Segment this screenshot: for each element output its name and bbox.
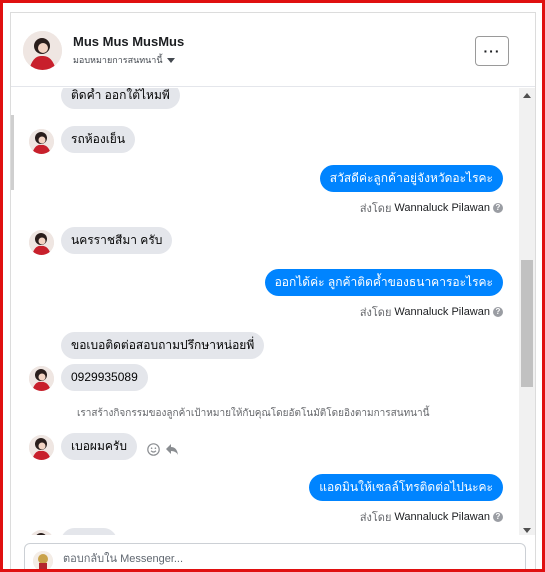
reply-icon[interactable] <box>165 443 179 456</box>
contact-avatar-small <box>29 129 54 154</box>
sent-by-prefix: ส่งโดย <box>359 203 392 215</box>
assign-conversation-dropdown[interactable]: มอบหมายการสนทนานี้ <box>73 53 175 67</box>
sent-by-line: ส่งโดย Wannaluck Pilawan ? <box>360 199 503 217</box>
more-options-button[interactable]: ··· <box>475 36 509 66</box>
conversation-header: Mus Mus MusMus มอบหมายการสนทนานี้ ··· <box>11 13 535 87</box>
message-outgoing[interactable]: แอดมินให้เซลล์โทรติดต่อไปนะคะ <box>309 474 503 501</box>
sent-by-line: ส่งโดย Wannaluck Pilawan ? <box>360 508 503 526</box>
message-outgoing[interactable]: ออกได้ค่ะ ลูกค้าติดค้ำของธนาคารอะไรคะ <box>264 269 503 296</box>
emoji-icon[interactable] <box>147 443 160 456</box>
message-incoming[interactable]: เบอผมครับ <box>61 433 137 460</box>
scroll-up-icon[interactable] <box>523 93 531 98</box>
contact-avatar-small <box>29 230 54 255</box>
contact-name[interactable]: Mus Mus MusMus <box>73 34 184 49</box>
message-thread[interactable]: ติดค้ำ ออกใต้ไหมพี่ รถห้องเย็น สวัสดีค่ะ… <box>11 88 521 535</box>
thread-scrollbar[interactable] <box>519 88 535 535</box>
message-incoming[interactable]: ขอเบอติดต่อสอบถามปรึกษาหน่อยพี่ <box>61 332 265 359</box>
message-incoming-partial[interactable] <box>61 528 117 535</box>
sent-by-agent: Wannaluck Pilawan <box>394 202 490 214</box>
reply-input[interactable] <box>63 548 503 569</box>
thread-edge-marker <box>11 115 14 190</box>
message-outgoing[interactable]: สวัสดีค่ะลูกค้าอยู่จังหวัดอะไรคะ <box>319 165 503 192</box>
sent-by-agent: Wannaluck Pilawan <box>394 511 490 523</box>
contact-avatar[interactable] <box>23 31 62 70</box>
help-icon[interactable]: ? <box>493 307 503 317</box>
help-icon[interactable]: ? <box>493 512 503 522</box>
auto-activity-notice: เราสร้างกิจกรรมของลูกค้าเป้าหมายให้กับคุ… <box>77 408 430 419</box>
sent-by-prefix: ส่งโดย <box>359 307 392 319</box>
sent-by-prefix: ส่งโดย <box>359 512 392 524</box>
avatar-photo-icon <box>23 31 62 70</box>
message-incoming[interactable]: 0929935089 <box>61 364 148 391</box>
sent-by-line: ส่งโดย Wannaluck Pilawan ? <box>360 303 503 321</box>
message-incoming[interactable]: ติดค้ำ ออกใต้ไหมพี่ <box>61 88 180 109</box>
page-logo-icon <box>33 551 53 569</box>
more-options-icon: ··· <box>483 43 501 59</box>
message-incoming[interactable]: รถห้องเย็น <box>61 126 136 153</box>
contact-avatar-small <box>29 435 54 460</box>
contact-avatar-small <box>29 366 54 391</box>
window-frame: Mus Mus MusMus มอบหมายการสนทนานี้ ··· ติ… <box>0 0 545 572</box>
reply-composer <box>24 543 526 569</box>
assign-conversation-label: มอบหมายการสนทนานี้ <box>73 55 163 65</box>
page-avatar <box>33 551 53 569</box>
scroll-down-icon[interactable] <box>523 528 531 533</box>
scroll-thumb[interactable] <box>521 260 533 387</box>
contact-avatar-small <box>29 530 54 535</box>
sent-by-agent: Wannaluck Pilawan <box>394 306 490 318</box>
message-incoming[interactable]: นครราชสีมา ครับ <box>61 227 173 254</box>
conversation-panel: Mus Mus MusMus มอบหมายการสนทนานี้ ··· ติ… <box>10 12 536 569</box>
caret-down-icon <box>166 57 175 63</box>
help-icon[interactable]: ? <box>493 203 503 213</box>
message-actions <box>147 443 179 456</box>
